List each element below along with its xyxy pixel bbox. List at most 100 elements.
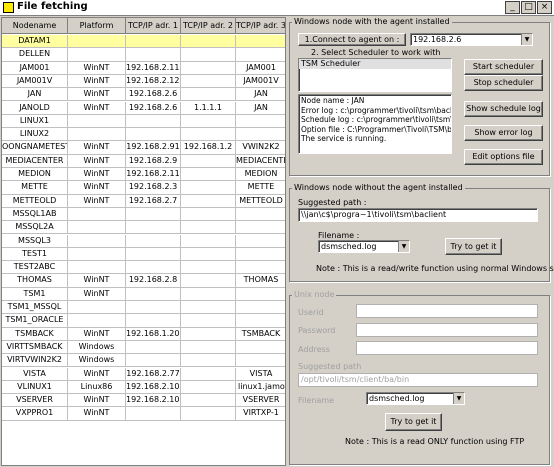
table-row[interactable]: LINUX1 [2,114,285,129]
table-cell [68,48,126,62]
table-row[interactable]: VXPPRO1 WinNT VIRTXP-1 [2,407,285,421]
table-row[interactable]: METTEOLD WinNT 192.168.2.7 METTEOLD [2,194,285,208]
table-cell: VSERVER [236,394,285,408]
table-row[interactable]: VIRTTSMBACK Windows [2,340,285,355]
table-cell: METTE [236,181,285,195]
noagent-path-input[interactable]: \\jan\c$\progra~1\tivoli\tsm\baclient [298,208,538,222]
table-row[interactable]: MSSQL1AB [2,207,285,222]
table-row[interactable]: TSM1_ORACLE [2,314,285,328]
table-row[interactable]: THOMAS WinNT 192.168.2.8 THOMAS [2,274,285,288]
table-cell [181,407,236,421]
connect-agent-button[interactable]: 1.Connect to agent on : [298,33,406,46]
close-button[interactable]: × [537,1,552,14]
table-row[interactable]: JANOLD WinNT 192.168.2.6 1.1.1.1 JAN [2,101,285,115]
table-cell [181,340,236,355]
table-cell: JANOLD [2,101,68,115]
column-header-ip2[interactable]: TCP/IP adr. 2 [181,18,236,34]
table-cell [181,207,236,222]
chevron-down-icon[interactable]: ▼ [398,241,409,252]
table-cell: TSMBACK [2,327,68,341]
info-option-file: Option file : C:\Programmer\Tivoli\TSM\b… [301,124,452,134]
unix-password-label: Password [298,326,336,335]
table-cell: METTE [2,181,68,195]
maximize-button[interactable]: □ [521,1,536,14]
stop-scheduler-button[interactable]: Stop scheduler [464,75,543,91]
app-icon [3,2,14,13]
column-header-ip1[interactable]: TCP/IP adr. 1 [126,18,181,34]
table-cell [68,207,126,222]
table-row[interactable]: TSM1_MSSQL [2,301,285,315]
table-row[interactable]: TEST2ABC [2,261,285,275]
table-cell: TEST2ABC [2,261,68,275]
minimize-button[interactable]: _ [505,1,520,14]
table-cell [181,35,236,49]
chevron-down-icon[interactable]: ▼ [453,393,464,404]
table-row[interactable]: VIRTVWIN2K2 Windows [2,354,285,368]
table-row[interactable]: MEDION WinNT 192.168.2.11 MEDION [2,168,285,182]
table-cell: 192.168.1.2 [181,141,236,155]
scheduler-list-item[interactable]: TSM Scheduler [299,59,451,69]
start-scheduler-button[interactable]: Start scheduler [464,59,543,75]
unix-filename-combo[interactable]: dsmsched.log ▼ [366,392,465,405]
table-row[interactable]: DELLEN [2,48,285,62]
table-row[interactable]: MEDIACENTERWinNT192.168.2.9MEDIACENTER [2,154,285,168]
table-cell: linux1.jamodat.dk [236,381,285,395]
column-header-ip3[interactable]: TCP/IP adr. 3 [236,18,285,34]
table-row[interactable]: METTE WinNT 192.168.2.3 METTE [2,181,285,195]
table-cell [181,380,236,395]
unix-userid-input[interactable] [356,304,538,318]
table-cell [126,234,181,248]
edit-options-file-button[interactable]: Edit options file [464,149,543,165]
unix-try-button[interactable]: Try to get it [385,413,442,431]
agent-ip-combo[interactable]: 192.168.2.6 ▼ [410,33,533,46]
table-cell [181,114,236,129]
table-cell [181,154,236,168]
show-error-log-button[interactable]: Show error log [464,125,543,141]
unix-address-label: Address [298,345,330,354]
table-row[interactable]: JAM001 WinNT 192.168.2.111 JAM001 [2,61,285,75]
info-node-name: Node name : JAN [301,96,365,105]
column-header-platform[interactable]: Platform [68,18,126,34]
column-header-nodename[interactable]: Nodename [2,18,68,34]
table-cell [68,234,126,248]
table-cell: TSMBACK [236,328,285,341]
table-cell: WinNT [68,287,126,301]
unix-path-input[interactable]: /opt/tivoli/tsm/client/ba/bin [298,373,538,387]
table-cell: TSM1_MSSQL [2,301,68,315]
table-cell: THOMAS [236,274,285,288]
table-row[interactable]: DATAM1 [2,35,285,49]
table-cell [68,247,126,262]
table-cell: 192.168.2.101 [126,380,181,395]
noagent-group-label: Windows node without the agent installed [292,183,465,192]
show-schedule-log-button[interactable]: Show schedule log [464,101,543,117]
table-cell [126,314,181,328]
table-row[interactable]: JAM001V WinNT 192.168.2.120 JAM001V [2,74,285,89]
scheduler-list[interactable]: TSM Scheduler [298,58,452,92]
table-cell [181,221,236,235]
table-row[interactable]: TEST1 [2,247,285,262]
table-row[interactable]: LINUX2 [2,128,285,142]
table-cell: 192.168.2.77 [126,367,181,381]
table-cell: WinNT [68,327,126,341]
unix-password-input[interactable] [356,323,538,337]
table-row[interactable]: VLINUX1Linux86192.168.2.101 linux1.jamoda… [2,380,285,395]
table-row[interactable]: TSMBACK WinNT 192.168.1.200 TSMBACK [2,327,285,341]
table-cell [126,247,181,262]
unix-address-input[interactable] [356,341,538,355]
table-row[interactable]: MSSQL2A [2,221,285,235]
table-cell [181,247,236,262]
noagent-try-button[interactable]: Try to get it [445,238,502,255]
chevron-down-icon[interactable]: ▼ [521,34,532,45]
table-cell: WinNT [68,74,126,89]
table-row[interactable]: VSERVER WinNT 192.168.2.100 VSERVER [2,394,285,408]
table-row[interactable]: TSM1 WinNT [2,287,285,301]
table-row[interactable]: OONGNAMETEST1 WinNT 192.168.2.91 192.168.1.… [2,141,285,155]
table-cell [126,35,181,49]
table-row[interactable]: MSSQL3 [2,234,285,248]
table-row[interactable]: JAN WinNT 192.168.2.6 JAN [2,88,285,102]
table-cell: MSSQL1AB [2,207,68,222]
window-title: File fetching [17,1,88,12]
noagent-filename-combo[interactable]: dsmsched.log ▼ [318,240,410,253]
table-cell: VISTA [236,368,285,381]
table-row[interactable]: VISTA WinNT 192.168.2.77 VISTA [2,367,285,381]
